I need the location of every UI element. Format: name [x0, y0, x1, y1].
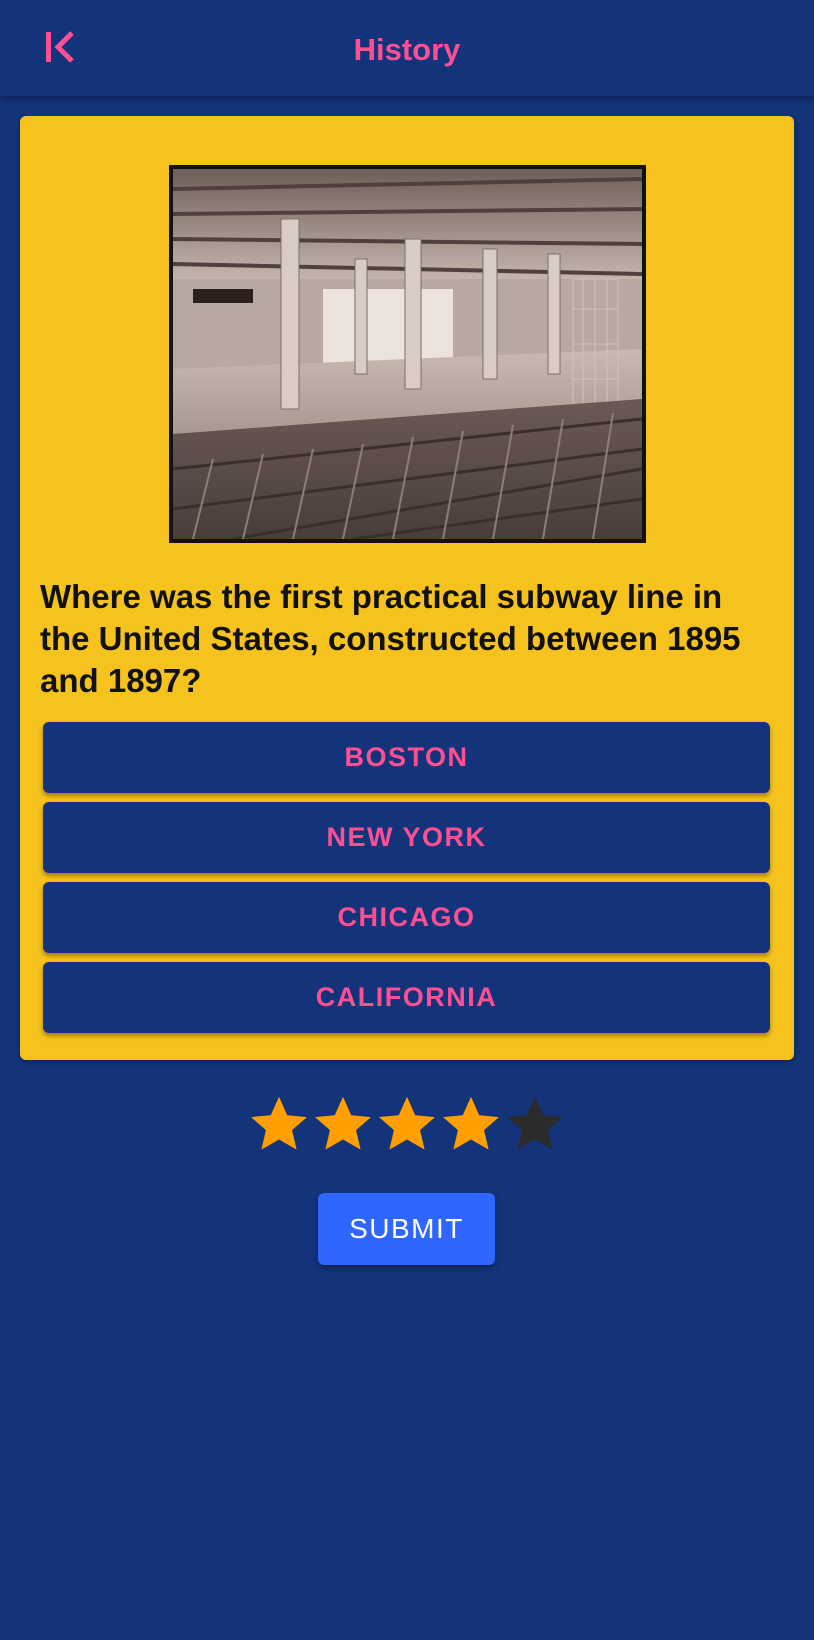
answer-button-new-york[interactable]: NEW YORK — [43, 802, 770, 873]
star-icon — [315, 1096, 371, 1150]
star-5[interactable] — [503, 1092, 567, 1156]
app-bar: History — [0, 0, 814, 96]
star-icon — [507, 1096, 563, 1150]
answer-button-california[interactable]: CALIFORNIA — [43, 962, 770, 1033]
question-text: Where was the first practical subway lin… — [40, 578, 741, 699]
star-2[interactable] — [311, 1092, 375, 1156]
star-icon — [251, 1096, 307, 1150]
question-card: Where was the first practical subway lin… — [20, 116, 794, 1060]
answer-list: BOSTON NEW YORK CHICAGO CALIFORNIA — [43, 722, 770, 1042]
star-3[interactable] — [375, 1092, 439, 1156]
answer-button-chicago[interactable]: CHICAGO — [43, 882, 770, 953]
submit-button[interactable]: SUBMIT — [318, 1193, 495, 1265]
star-rating — [247, 1092, 567, 1158]
answer-button-boston[interactable]: BOSTON — [43, 722, 770, 793]
star-1[interactable] — [247, 1092, 311, 1156]
subway-station-photo — [169, 165, 646, 543]
star-4[interactable] — [439, 1092, 503, 1156]
page-title: History — [353, 32, 461, 67]
star-icon — [379, 1096, 435, 1150]
star-icon — [443, 1096, 499, 1150]
